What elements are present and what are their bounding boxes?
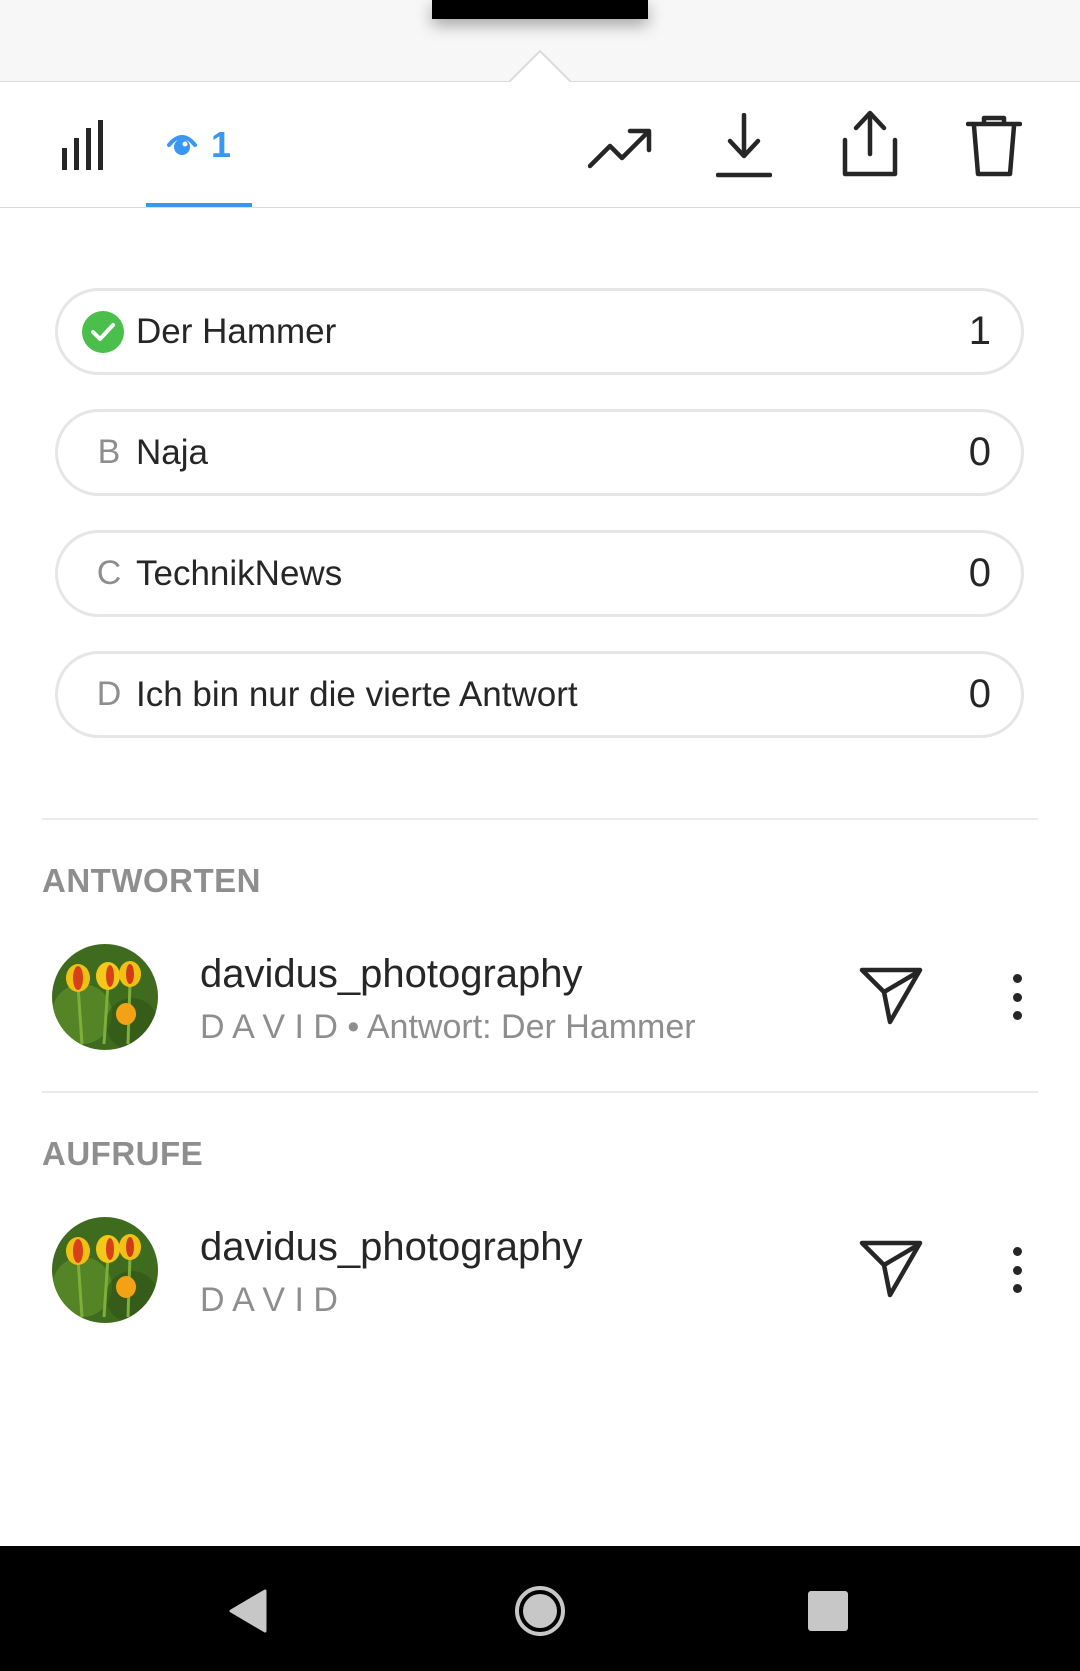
active-tab-indicator (146, 203, 252, 207)
avatar[interactable] (52, 1217, 158, 1323)
back-triangle-icon (229, 1589, 267, 1633)
poll-option-b: B Naja 0 (55, 409, 1024, 496)
trash-icon (966, 115, 1022, 177)
option-text: TechnikNews (136, 553, 343, 593)
share-button[interactable] (836, 106, 904, 182)
username[interactable]: davidus_photography (200, 1225, 583, 1270)
send-message-button[interactable] (858, 1239, 924, 1299)
nav-home-button[interactable] (505, 1576, 575, 1646)
insights-toolbar: 1 (0, 82, 1080, 208)
trending-up-icon (588, 128, 652, 169)
viewer-row[interactable]: davidus_photography D A V I D (0, 1217, 1080, 1337)
option-text: Naja (136, 432, 208, 472)
option-letter: C (96, 554, 122, 592)
correct-check-icon (82, 311, 124, 353)
option-vote-count: 0 (968, 430, 991, 474)
download-button[interactable] (710, 108, 778, 184)
system-navigation-bar (0, 1546, 1080, 1671)
delete-button[interactable] (962, 108, 1026, 184)
answer-subline: D A V I D • Antwort: Der Hammer (200, 1008, 696, 1047)
story-thumbnail[interactable] (432, 0, 648, 19)
views-count: 1 (210, 124, 232, 165)
nav-back-button[interactable] (212, 1576, 282, 1646)
more-options-icon[interactable] (1000, 1247, 1034, 1293)
option-letter: B (97, 433, 121, 471)
paper-plane-icon (859, 1240, 923, 1298)
tab-views[interactable]: 1 (146, 108, 252, 182)
answers-section-title: ANTWORTEN (42, 862, 261, 899)
section-divider (42, 818, 1038, 820)
bar-chart-icon (62, 120, 103, 170)
option-text: Der Hammer (136, 311, 337, 351)
section-divider (42, 1091, 1038, 1093)
avatar[interactable] (52, 944, 158, 1050)
tab-stats[interactable] (52, 114, 116, 178)
home-circle-icon (515, 1586, 565, 1636)
option-letter: D (96, 675, 122, 713)
paper-plane-icon (859, 967, 923, 1025)
views-section-title: AUFRUFE (42, 1135, 204, 1172)
option-text: Ich bin nur die vierte Antwort (136, 674, 578, 714)
eye-icon (166, 135, 197, 155)
display-name: D A V I D (200, 1008, 338, 1046)
answer-row[interactable]: davidus_photography D A V I D • Antwort:… (0, 944, 1080, 1064)
share-icon (842, 110, 898, 177)
nav-recents-button[interactable] (793, 1576, 863, 1646)
answer-detail: • Antwort: Der Hammer (337, 1008, 696, 1046)
poll-option-c: C TechnikNews 0 (55, 530, 1024, 617)
poll-option-d: D Ich bin nur die vierte Antwort 0 (55, 651, 1024, 738)
poll-option-a: Der Hammer 1 (55, 288, 1024, 375)
option-vote-count: 0 (968, 551, 991, 595)
display-name: D A V I D (200, 1281, 338, 1319)
option-vote-count: 1 (968, 309, 991, 353)
story-preview-strip (0, 0, 1080, 83)
trend-button[interactable] (584, 112, 656, 184)
pointer-caret (508, 49, 572, 83)
recents-square-icon (808, 1591, 848, 1631)
username[interactable]: davidus_photography (200, 952, 583, 997)
viewer-subline: D A V I D (200, 1281, 338, 1320)
option-vote-count: 0 (968, 672, 991, 716)
more-options-icon[interactable] (1000, 974, 1034, 1020)
send-message-button[interactable] (858, 966, 924, 1026)
download-icon (716, 113, 772, 178)
